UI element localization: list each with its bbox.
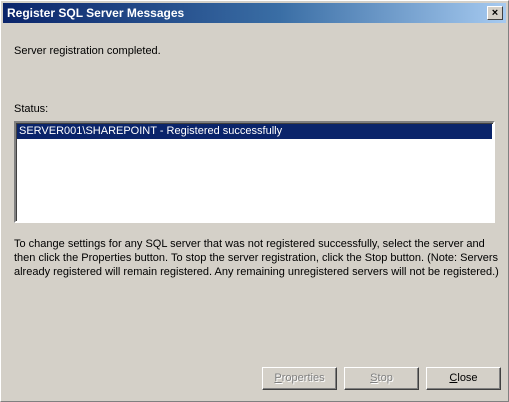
- stop-label: top: [377, 372, 393, 384]
- close-label: lose: [457, 372, 478, 384]
- stop-button[interactable]: Stop: [344, 367, 419, 390]
- close-button[interactable]: Close: [426, 367, 501, 390]
- window-title: Register SQL Server Messages: [7, 6, 185, 20]
- title-bar[interactable]: Register SQL Server Messages ×: [3, 3, 506, 23]
- info-text: To change settings for any SQL server th…: [14, 238, 499, 278]
- dialog-window: Register SQL Server Messages × Server re…: [0, 0, 509, 402]
- close-icon[interactable]: ×: [487, 6, 503, 20]
- status-list[interactable]: SERVER001\SHAREPOINT - Registered succes…: [14, 121, 495, 223]
- status-list-item[interactable]: SERVER001\SHAREPOINT - Registered succes…: [17, 124, 492, 139]
- properties-label: roperties: [281, 372, 325, 384]
- completion-message: Server registration completed.: [14, 45, 161, 57]
- properties-button[interactable]: Properties: [262, 367, 337, 390]
- status-label: Status:: [14, 103, 49, 115]
- properties-accel: P: [274, 372, 282, 384]
- stop-accel: S: [370, 372, 378, 384]
